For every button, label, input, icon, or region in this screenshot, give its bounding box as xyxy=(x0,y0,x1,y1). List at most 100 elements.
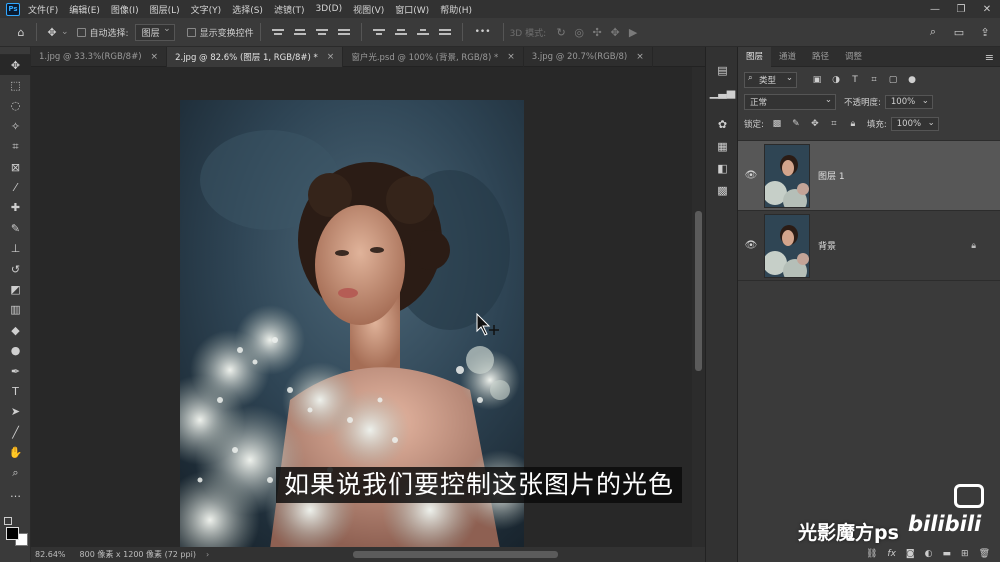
foreground-color-swatch[interactable] xyxy=(6,527,19,540)
layer-row-background[interactable]: 👁︎ 背景 🔒︎ xyxy=(738,210,1000,280)
fill-input[interactable]: 100% ⌄ xyxy=(890,117,939,131)
layer-name[interactable]: 图层 1 xyxy=(818,169,845,182)
dock-grip[interactable] xyxy=(706,47,739,59)
menu-3d[interactable]: 3D(D) xyxy=(315,4,342,14)
brush-tool-icon[interactable]: ✎ xyxy=(0,218,31,238)
new-layer-icon[interactable]: ⊞ xyxy=(961,549,969,559)
panel-grip[interactable] xyxy=(0,47,30,55)
eyedropper-tool-icon[interactable]: ⁄ xyxy=(0,177,31,197)
healing-brush-tool-icon[interactable]: ✚ xyxy=(0,198,31,218)
type-tool-icon[interactable]: T xyxy=(0,381,31,401)
marquee-tool-icon[interactable]: ⬚ xyxy=(0,75,31,95)
restore-icon[interactable]: ❐ xyxy=(948,0,974,18)
crop-tool-icon[interactable]: ⌗ xyxy=(0,137,31,157)
group-icon[interactable]: ▬ xyxy=(943,549,952,559)
eraser-tool-icon[interactable]: ◩ xyxy=(0,279,31,299)
history-panel-icon[interactable]: ▤ xyxy=(706,59,739,81)
menu-select[interactable]: 选择(S) xyxy=(232,3,263,16)
tab-3-jpg[interactable]: 3.jpg @ 20.7%(RGB/8) × xyxy=(524,47,653,67)
distribute-icon[interactable] xyxy=(336,25,352,39)
frame-tool-icon[interactable]: ⊠ xyxy=(0,157,31,177)
filter-adjustment-icon[interactable]: ◑ xyxy=(830,74,842,86)
blend-mode-select[interactable]: 正常 ⌄ xyxy=(744,94,836,110)
menu-window[interactable]: 窗口(W) xyxy=(395,3,429,16)
lock-all-icon[interactable]: 🔒︎ xyxy=(847,118,859,130)
menu-layer[interactable]: 图层(L) xyxy=(150,3,180,16)
adjustment-icon[interactable]: ◐ xyxy=(925,549,933,559)
default-colors-icon[interactable] xyxy=(4,517,12,525)
filter-pixel-icon[interactable]: ▣ xyxy=(811,74,823,86)
share-icon[interactable]: ⇪ xyxy=(976,23,994,41)
gradient-tool-icon[interactable]: ▥ xyxy=(0,300,31,320)
filter-toggle-icon[interactable]: ● xyxy=(906,74,918,86)
swatches-panel-icon[interactable]: ▦ xyxy=(706,135,739,157)
show-transform-checkbox[interactable] xyxy=(186,27,196,37)
align-bottom-icon[interactable] xyxy=(415,25,431,39)
edit-toolbar-icon[interactable]: … xyxy=(0,483,31,503)
filter-shape-icon[interactable]: ⌗ xyxy=(868,74,880,86)
layer-name[interactable]: 背景 xyxy=(818,239,836,252)
filter-type-icon[interactable]: T xyxy=(849,74,861,86)
line-tool-icon[interactable]: ╱ xyxy=(0,422,31,442)
blur-tool-icon[interactable]: ◆ xyxy=(0,320,31,340)
3d-roll-icon[interactable]: ◎ xyxy=(570,23,588,41)
close-icon[interactable]: ✕ xyxy=(974,0,1000,18)
patterns-panel-icon[interactable]: ▩ xyxy=(706,179,739,201)
auto-select-dropdown[interactable]: 图层 xyxy=(134,23,175,41)
tab-window-light-psd[interactable]: 窗户光.psd @ 100% (背景, RGB/8) * × xyxy=(343,47,524,67)
zoom-tool-icon[interactable]: ⌕ xyxy=(0,463,31,483)
quick-select-tool-icon[interactable]: ✧ xyxy=(0,116,31,136)
layer-row-layer1[interactable]: 👁︎ 图层 1 xyxy=(738,140,1000,210)
menu-help[interactable]: 帮助(H) xyxy=(440,3,472,16)
status-menu-arrow[interactable]: › xyxy=(206,550,209,559)
tab-2-jpg[interactable]: 2.jpg @ 82.6% (图层 1, RGB/8#) * × xyxy=(167,47,344,67)
close-icon[interactable]: × xyxy=(327,52,335,62)
color-swatches[interactable] xyxy=(4,517,28,557)
vertical-scrollbar[interactable] xyxy=(692,67,705,547)
dodge-tool-icon[interactable]: ● xyxy=(0,340,31,360)
more-options-button[interactable]: ••• xyxy=(475,27,491,37)
menu-edit[interactable]: 编辑(E) xyxy=(69,3,100,16)
3d-orbit-icon[interactable]: ↻ xyxy=(552,23,570,41)
zoom-level[interactable]: 82.64% xyxy=(35,550,66,559)
lock-transparent-icon[interactable]: ▩ xyxy=(771,118,783,130)
hand-tool-icon[interactable]: ✋ xyxy=(0,442,31,462)
align-right-icon[interactable] xyxy=(314,25,330,39)
pen-tool-icon[interactable]: ✒ xyxy=(0,361,31,381)
lock-image-icon[interactable]: ✎ xyxy=(790,118,802,130)
color-panel-icon[interactable]: ✿ xyxy=(706,113,739,135)
auto-select-checkbox[interactable] xyxy=(76,27,86,37)
align-vcenter-icon[interactable] xyxy=(393,25,409,39)
move-tool-icon[interactable]: ✥ xyxy=(43,23,61,41)
distribute-vertical-icon[interactable] xyxy=(437,25,453,39)
move-tool-icon[interactable]: ✥ xyxy=(0,55,31,76)
trash-icon[interactable]: 🗑︎ xyxy=(979,549,990,559)
close-icon[interactable]: × xyxy=(507,52,515,62)
close-icon[interactable]: × xyxy=(636,52,644,62)
menu-file[interactable]: 文件(F) xyxy=(28,3,58,16)
filter-kind-select[interactable]: ⌕ 类型 ⌄ xyxy=(744,72,798,88)
3d-pan-icon[interactable]: ✣ xyxy=(588,23,606,41)
lasso-tool-icon[interactable]: ◌ xyxy=(0,96,31,116)
path-select-tool-icon[interactable]: ➤ xyxy=(0,402,31,422)
mask-icon[interactable]: ◙ xyxy=(906,549,915,559)
3d-slide-icon[interactable]: ✥ xyxy=(606,23,624,41)
menu-filter[interactable]: 滤镜(T) xyxy=(274,3,305,16)
panel-menu-icon[interactable]: ≡ xyxy=(985,51,994,64)
visibility-eye-icon[interactable]: 👁︎ xyxy=(738,240,764,251)
histogram-panel-icon[interactable]: ▁▃▅ xyxy=(706,81,739,103)
align-top-icon[interactable] xyxy=(371,25,387,39)
3d-camera-icon[interactable]: ▶ xyxy=(624,23,642,41)
opacity-input[interactable]: 100% ⌄ xyxy=(884,95,933,109)
tab-adjustments[interactable]: 调整 xyxy=(837,47,870,67)
lock-position-icon[interactable]: ✥ xyxy=(809,118,821,130)
chevron-down-icon[interactable]: ⌄ xyxy=(61,27,69,37)
horizontal-scrollbar-thumb[interactable] xyxy=(353,551,558,558)
gradients-panel-icon[interactable]: ◧ xyxy=(706,157,739,179)
close-icon[interactable]: × xyxy=(151,52,159,62)
align-hcenter-icon[interactable] xyxy=(292,25,308,39)
history-brush-tool-icon[interactable]: ↺ xyxy=(0,259,31,279)
visibility-eye-icon[interactable]: 👁︎ xyxy=(738,170,764,181)
align-left-icon[interactable] xyxy=(270,25,286,39)
menu-image[interactable]: 图像(I) xyxy=(111,3,139,16)
